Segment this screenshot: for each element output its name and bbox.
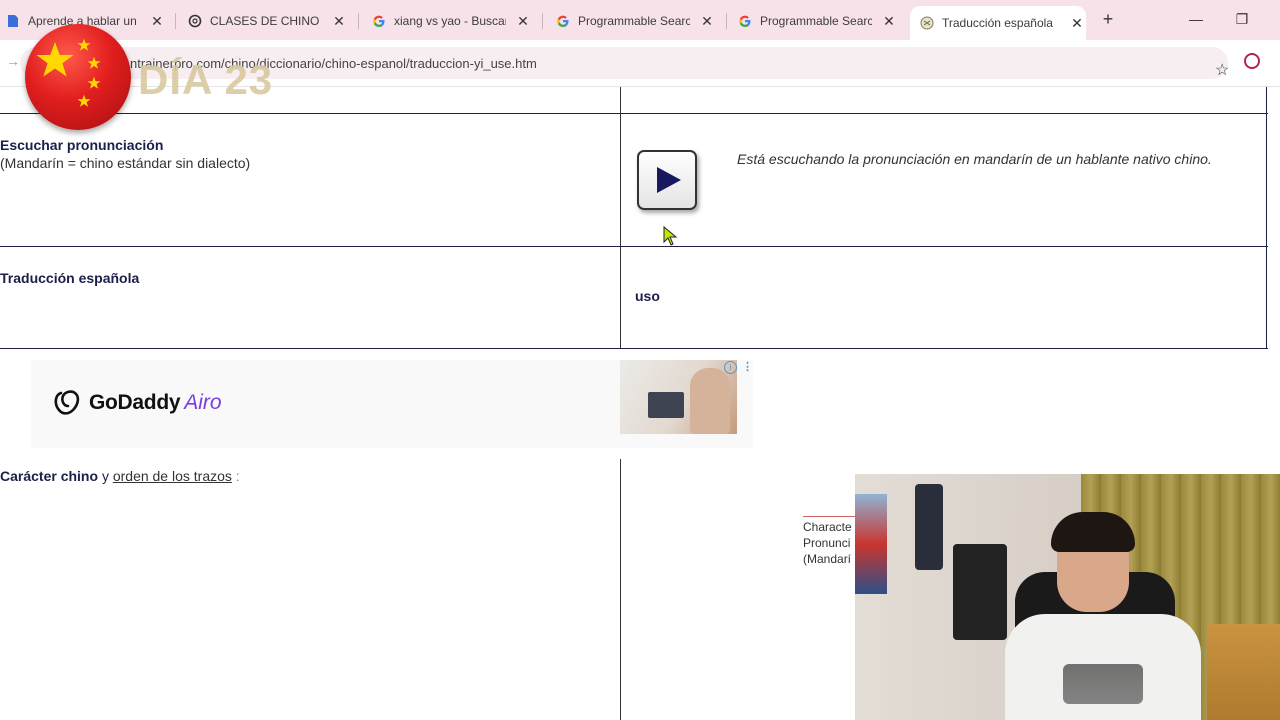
laptop-image	[648, 392, 684, 418]
webcam-hanging-shirt	[915, 484, 943, 570]
tab-xiang-vs-yao[interactable]: xiang vs yao - Buscar ✕	[372, 6, 532, 36]
tab-title: CLASES DE CHINO 🇨🇳	[210, 14, 322, 28]
table-divider	[0, 246, 1268, 247]
china-flag-badge	[25, 24, 131, 130]
table-column-divider	[620, 459, 621, 720]
tab-title: Traducción española	[942, 16, 1053, 30]
tab-separator	[726, 13, 727, 29]
day-counter-overlay: DÍA 23	[138, 56, 274, 103]
webcam-shelf	[1207, 624, 1280, 720]
play-pronunciation-button[interactable]	[637, 150, 697, 210]
webcam-overlay	[855, 474, 1280, 720]
close-icon[interactable]: ✕	[1068, 14, 1086, 32]
character-info-line: (Mandarí	[803, 552, 852, 566]
close-icon[interactable]: ✕	[880, 12, 898, 30]
godaddy-logo: GoDaddy Airo	[53, 390, 222, 416]
character-label-colon: :	[235, 468, 240, 484]
google-icon	[372, 14, 386, 28]
table-column-divider	[620, 87, 621, 348]
profile-icon[interactable]	[1244, 53, 1260, 69]
ad-menu-icon[interactable]: ⋮	[742, 360, 753, 373]
tab-title: Programmable Search	[578, 14, 690, 28]
webcam-shirt-print	[1063, 664, 1143, 704]
table-divider	[0, 348, 1268, 349]
site-icon	[920, 16, 934, 30]
translation-value: uso	[635, 288, 660, 304]
character-info-line: Pronunci	[803, 536, 851, 550]
ad-brand: GoDaddy	[89, 391, 181, 414]
bookmark-star-icon[interactable]: ☆	[1215, 60, 1229, 80]
close-icon[interactable]: ✕	[330, 12, 348, 30]
pronunciation-label: Escuchar pronunciación	[0, 137, 164, 153]
tab-title: Programmable Search	[760, 14, 872, 28]
webcam-coffee-machine	[953, 544, 1007, 640]
tab-traduccion-espanola[interactable]: Traducción española ✕	[910, 6, 1086, 40]
new-tab-button[interactable]: +	[1098, 9, 1118, 29]
doc-icon	[6, 14, 20, 28]
small-star-icon	[87, 76, 101, 89]
openai-icon	[188, 14, 202, 28]
tab-separator	[542, 13, 543, 29]
tab-separator	[358, 13, 359, 29]
big-star-icon	[36, 42, 74, 77]
ad-info-icon[interactable]: i	[724, 361, 737, 374]
pronunciation-sublabel: (Mandarín = chino estándar sin dialecto)	[0, 155, 251, 171]
tab-clases-chino[interactable]: CLASES DE CHINO 🇨🇳 ✕	[188, 6, 348, 36]
small-star-icon	[87, 56, 101, 69]
godaddy-mark-icon	[54, 390, 80, 415]
translation-label: Traducción española	[0, 270, 140, 286]
tab-title: xiang vs yao - Buscar	[394, 14, 506, 28]
tab-programmable-search-1[interactable]: Programmable Search ✕	[556, 6, 716, 36]
character-label-connector: y	[101, 468, 109, 484]
character-info-rule	[803, 516, 855, 517]
small-star-icon	[77, 94, 91, 107]
tab-programmable-search-2[interactable]: Programmable Search ✕	[738, 6, 898, 36]
pronunciation-note: Está escuchando la pronunciación en mand…	[737, 151, 1212, 167]
small-star-icon	[77, 38, 91, 51]
webcam-poster	[855, 494, 887, 594]
tab-bar: Aprende a hablar un ✕ CLASES DE CHINO 🇨🇳…	[0, 0, 1280, 40]
minimize-button[interactable]: —	[1186, 9, 1206, 29]
close-icon[interactable]: ✕	[698, 12, 716, 30]
google-icon	[738, 14, 752, 28]
stroke-order-link[interactable]: orden de los trazos	[113, 468, 232, 484]
forward-icon[interactable]: →	[6, 53, 20, 69]
character-info: Characte Pronunci (Mandarí	[803, 519, 855, 567]
person-image	[690, 368, 730, 434]
close-icon[interactable]: ✕	[514, 12, 532, 30]
ad-banner[interactable]: GoDaddy Airo i ⋮	[31, 360, 753, 448]
table-right-border	[1266, 87, 1267, 348]
table-divider	[0, 113, 1268, 114]
google-icon	[556, 14, 570, 28]
close-icon[interactable]: ✕	[148, 12, 166, 30]
character-label-bold: Carácter chino	[0, 468, 99, 484]
mouse-cursor-icon	[663, 226, 678, 246]
character-info-line: Characte	[803, 520, 852, 534]
ad-photo	[620, 360, 737, 434]
tab-separator	[175, 13, 176, 29]
character-label: Carácter chino y orden de los trazos :	[0, 468, 240, 484]
restore-button[interactable]: ❐	[1232, 9, 1252, 29]
ad-product: Airo	[184, 391, 222, 414]
webcam-person-hair	[1051, 512, 1135, 552]
